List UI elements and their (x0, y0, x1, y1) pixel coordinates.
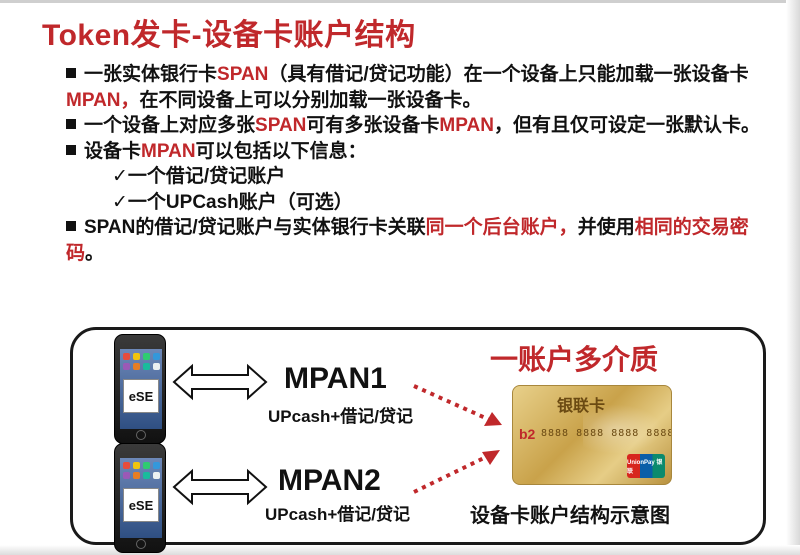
phone-icon-2: eSE (114, 443, 166, 553)
arrowhead-icon-1 (484, 412, 502, 426)
phone-screen: eSE (120, 349, 162, 429)
phone-screen: eSE (120, 458, 162, 538)
bullet-item-4: SPAN的借记/贷记账户与实体银行卡关联同一个后台账户，并使用相同的交易密码。 (66, 217, 749, 264)
app-icon (133, 462, 140, 469)
double-arrow-icon-2 (172, 468, 268, 506)
ese-label: eSE (123, 379, 159, 413)
square-bullet-icon (66, 144, 76, 155)
mpan1-label: MPAN1 (284, 362, 387, 395)
dotted-arrow-line-2 (413, 454, 489, 494)
app-icon (153, 462, 160, 469)
app-icon (153, 363, 160, 370)
card-chip-label: b2 (519, 426, 536, 442)
square-bullet-icon (66, 119, 76, 129)
app-icon (143, 363, 150, 370)
slide-title: Token发卡-设备卡账户结构 (42, 19, 416, 52)
bullet-list: 一张实体银行卡SPAN（具有借记/贷记功能）在一个设备上只能加载一张设备卡MPA… (66, 62, 766, 266)
app-icon (143, 353, 150, 360)
unionpay-logo-icon: UnionPay 银联 (627, 454, 665, 478)
top-border (0, 0, 800, 3)
app-icon (123, 353, 130, 360)
home-button-icon (136, 539, 146, 549)
mpan2-sub-label: UPcash+借记/贷记 (265, 505, 411, 524)
banner-text: 一账户多介质 (490, 344, 659, 375)
app-icon (143, 472, 150, 479)
mpan2-label: MPAN2 (278, 464, 381, 497)
app-icon (143, 462, 150, 469)
double-arrow-icon-1 (172, 363, 268, 401)
mpan1-sub-label: UPcash+借记/贷记 (268, 407, 414, 426)
bullet-item-3: 设备卡MPAN可以包括以下信息： (66, 139, 766, 165)
right-shadow (786, 0, 800, 555)
phone-icon-1: eSE (114, 334, 166, 444)
dotted-arrow-line-1 (413, 384, 491, 422)
home-button-icon (136, 430, 146, 440)
app-icon (123, 363, 130, 370)
diagram-caption: 设备卡账户结构示意图 (470, 505, 670, 527)
app-icon (153, 472, 160, 479)
square-bullet-icon (66, 68, 76, 78)
app-icon (123, 462, 130, 469)
app-icon (133, 472, 140, 479)
bullet-item-1: 一张实体银行卡SPAN（具有借记/贷记功能）在一个设备上只能加载一张设备卡MPA… (66, 64, 749, 111)
bank-card-image: 银联卡 b2 8888 8888 8888 8888 UnionPay 银联 (512, 385, 672, 485)
card-name: 银联卡 (557, 398, 606, 415)
dotted-arrows (413, 384, 502, 494)
app-icon (133, 353, 140, 360)
square-bullet-icon (66, 221, 76, 231)
bullet-item-2: 一个设备上对应多张SPAN可有多张设备卡MPAN，但有且仅可设定一张默认卡。 (66, 113, 766, 139)
app-icon (123, 472, 130, 479)
arrowhead-icon-2 (482, 450, 500, 465)
ese-label: eSE (123, 488, 159, 522)
sub-item-2: ✓一个UPCash账户（可选） (112, 191, 353, 213)
sub-item-1: ✓一个借记/贷记账户 (112, 166, 286, 187)
card-number: 8888 8888 8888 8888 (541, 428, 672, 439)
app-icon (133, 363, 140, 370)
app-icon (153, 353, 160, 360)
